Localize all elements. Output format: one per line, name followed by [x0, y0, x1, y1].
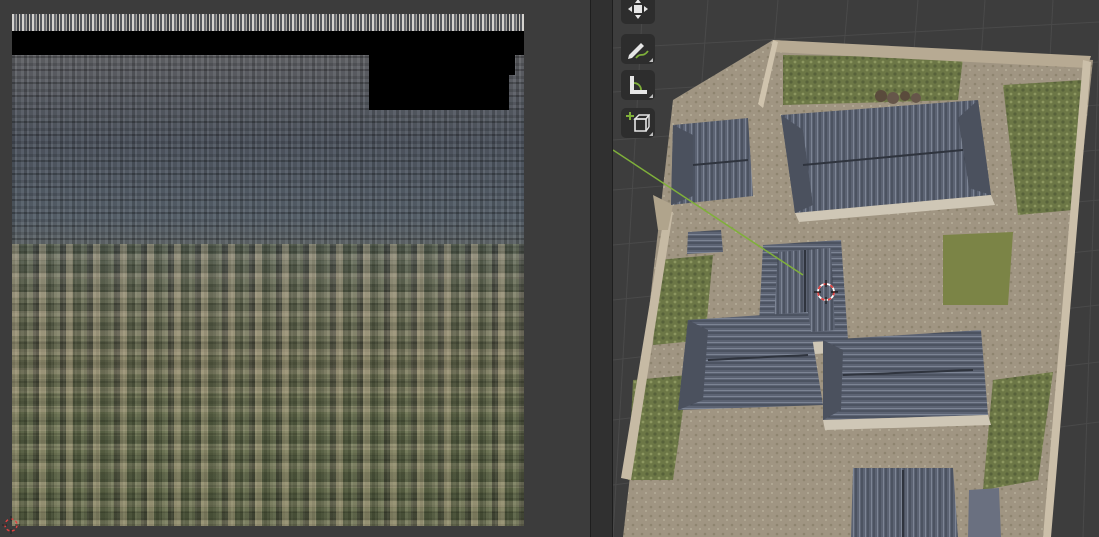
measure-tool-button[interactable] [621, 70, 655, 100]
texture-empty-block [369, 55, 509, 110]
transform-tool-button[interactable] [621, 0, 655, 24]
add-cube-tool-button[interactable] [621, 108, 655, 138]
add-cube-icon [626, 112, 650, 132]
measure-ruler-icon [630, 76, 647, 94]
annotate-pencil-icon [628, 43, 649, 59]
3d-cursor-icon[interactable] [814, 280, 838, 304]
transform-icon [628, 0, 648, 19]
annotate-tool-button[interactable] [621, 34, 655, 64]
texture-empty-band [12, 31, 524, 55]
uv-cursor-icon[interactable] [2, 516, 20, 534]
area-divider[interactable] [590, 0, 613, 537]
3d-viewport[interactable] [613, 0, 1099, 537]
uv-image-editor[interactable] [0, 0, 590, 537]
blender-window [0, 0, 1099, 537]
hanok-scan-model[interactable] [613, 0, 1099, 537]
